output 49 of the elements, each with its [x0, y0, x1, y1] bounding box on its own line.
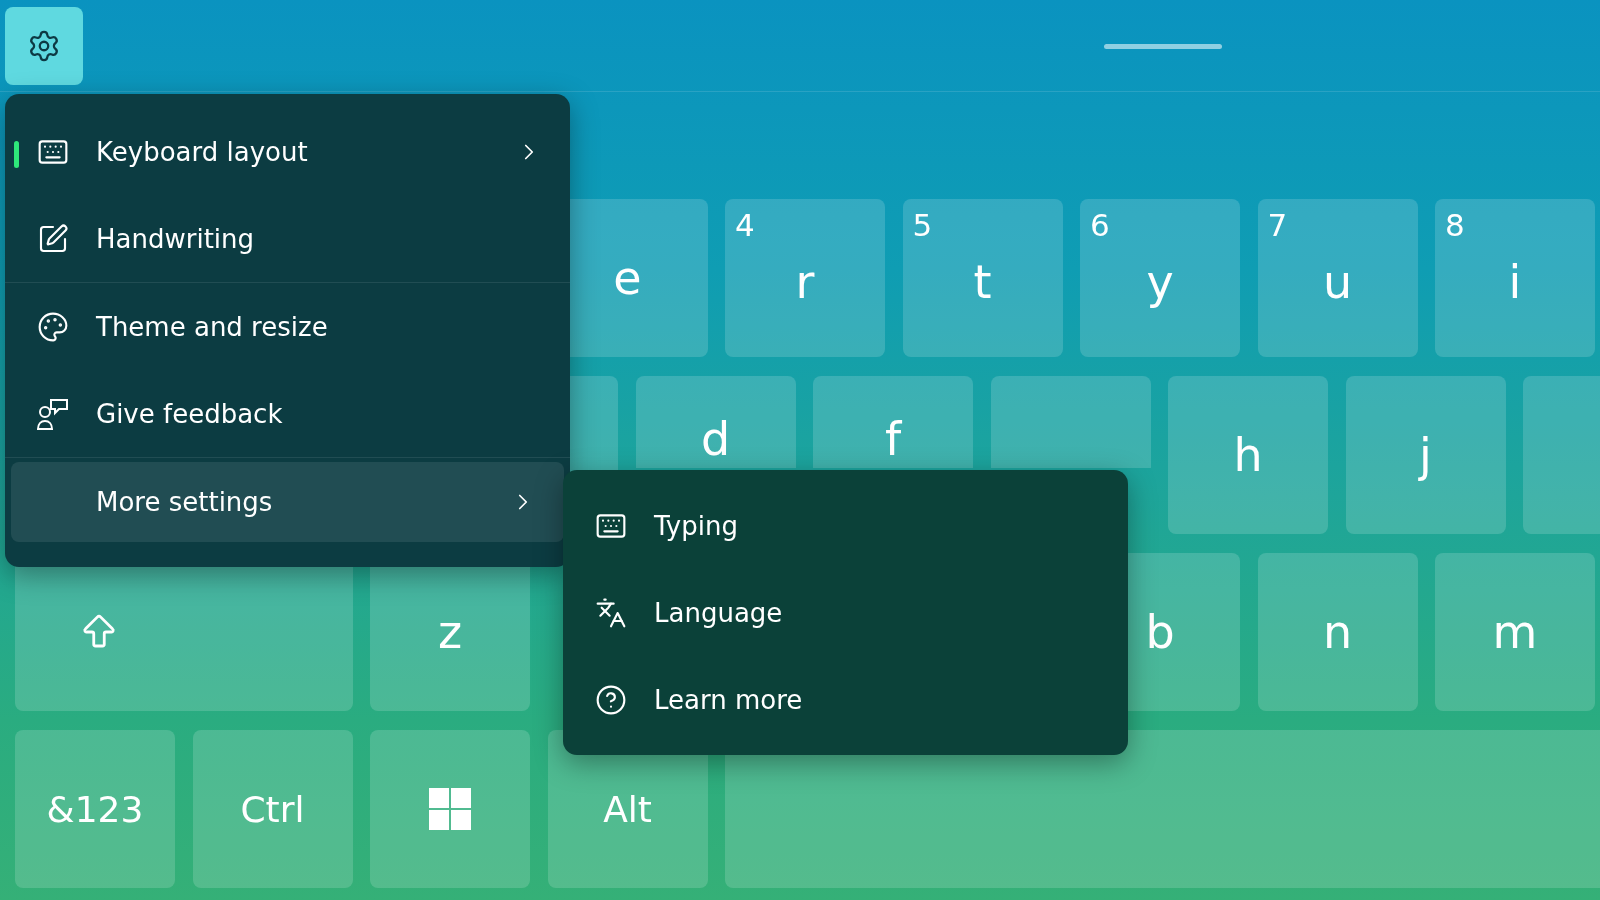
- keyboard-key[interactable]: Ctrl: [192, 730, 353, 888]
- menu-item[interactable]: More settings: [11, 462, 564, 542]
- keyboard-key[interactable]: 5 t: [902, 199, 1063, 357]
- key-label: d: [700, 412, 731, 466]
- keyboard-key[interactable]: h: [1168, 376, 1328, 534]
- keyboard-key[interactable]: &123: [15, 730, 175, 888]
- keyboard-key[interactable]: 4 r: [725, 199, 885, 357]
- keyboard-key[interactable]: f: [813, 376, 973, 468]
- key-label: Ctrl: [240, 788, 305, 830]
- key-label: &123: [46, 788, 144, 830]
- settings-icon: [27, 28, 61, 63]
- key-label: u: [1322, 254, 1353, 309]
- menu-item[interactable]: Give feedback: [5, 370, 570, 457]
- language-icon: [595, 596, 627, 629]
- key-label: y: [1146, 254, 1174, 309]
- key-hint: 4: [735, 207, 755, 243]
- feedback-icon: [36, 396, 70, 431]
- key-hint: 5: [912, 207, 933, 243]
- key-label: r: [795, 254, 815, 309]
- keyboard-key[interactable]: d: [635, 376, 796, 468]
- keyboard-key[interactable]: j: [1345, 376, 1506, 534]
- keyboard-key[interactable]: 7 u: [1257, 199, 1418, 357]
- keyboard-key[interactable]: 8 i: [1435, 199, 1595, 357]
- key-label: h: [1233, 428, 1263, 482]
- windows-logo-icon: [429, 788, 471, 830]
- palette-icon: [37, 310, 69, 343]
- keyboard-key[interactable]: n: [1257, 553, 1418, 711]
- pen-icon: [37, 222, 69, 255]
- key-label: b: [1145, 605, 1175, 659]
- key-label: z: [437, 605, 463, 659]
- key-hint: 7: [1267, 207, 1288, 243]
- menu-item[interactable]: Keyboard layout: [5, 108, 570, 195]
- keyboard-key[interactable]: m: [1435, 553, 1595, 711]
- key-label: j: [1419, 428, 1432, 482]
- key-label: Alt: [603, 788, 652, 830]
- key-label: e: [613, 251, 642, 305]
- settings-button[interactable]: [5, 6, 83, 85]
- key-hint: 8: [1445, 207, 1465, 243]
- key-label: t: [973, 254, 992, 309]
- help-icon: [595, 683, 627, 716]
- key-label: m: [1492, 605, 1538, 659]
- drag-handle[interactable]: [1104, 44, 1222, 49]
- keyboard-key[interactable]: 6 y: [1080, 199, 1240, 357]
- keyboard-key[interactable]: [370, 730, 530, 888]
- space-bar[interactable]: [725, 730, 1600, 888]
- key-label: i: [1508, 254, 1522, 309]
- key-label: n: [1322, 605, 1353, 659]
- key-hint: 6: [1090, 207, 1110, 243]
- key-label: f: [884, 412, 902, 466]
